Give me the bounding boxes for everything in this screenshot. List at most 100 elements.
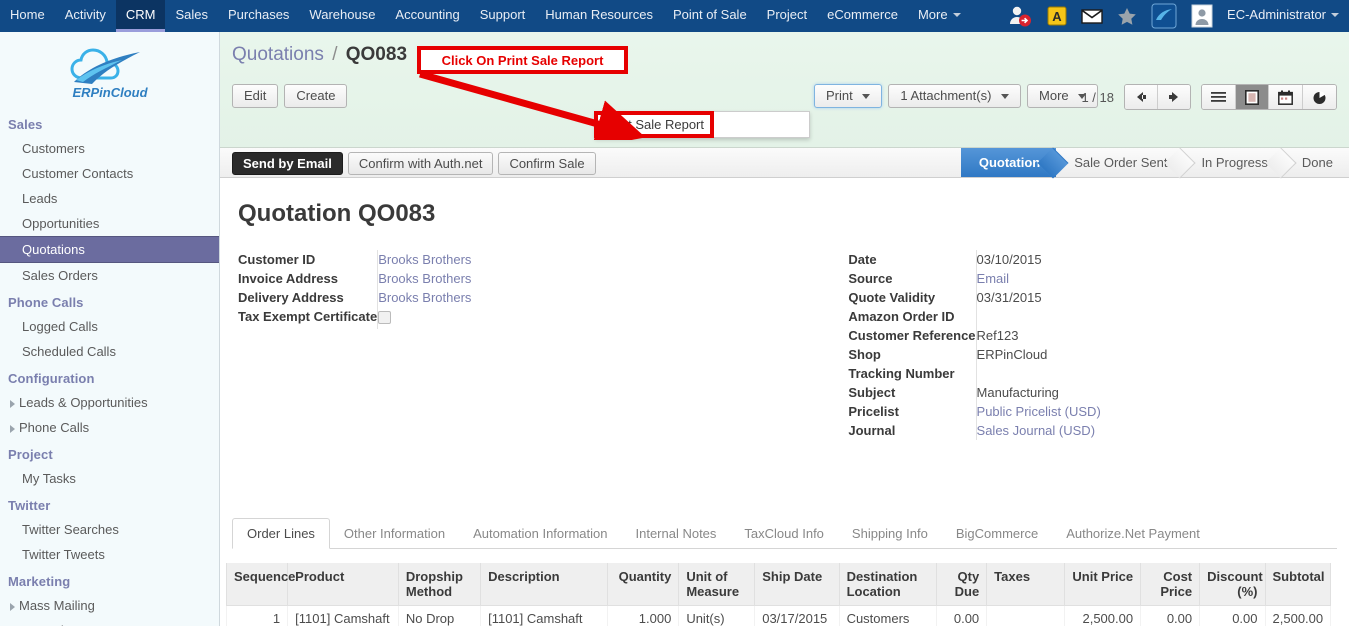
status-step-sale-order-sent[interactable]: Sale Order Sent	[1056, 148, 1184, 177]
prev-arrow-button[interactable]	[1125, 85, 1157, 109]
sidebar-item-label: Leads & Opportunities	[19, 395, 148, 410]
nav-item-human-resources[interactable]: Human Resources	[535, 0, 663, 32]
edit-button[interactable]: Edit	[232, 84, 279, 108]
status-step-in-progress[interactable]: In Progress	[1183, 148, 1284, 177]
column-header-ship-date: Ship Date	[754, 563, 840, 606]
sidebar: ERPinCloud Sales Customers Customer Contac…	[0, 32, 220, 626]
field-value[interactable]: Sales Journal (USD)	[976, 421, 1156, 440]
erpincloud-logo[interactable]: ERPinCloud	[0, 32, 219, 110]
sidebar-item-campaigns[interactable]: Campaigns	[0, 618, 219, 626]
field-value[interactable]: Brooks Brothers	[378, 250, 558, 269]
tab-automation-information[interactable]: Automation Information	[459, 519, 621, 548]
nav-item-point-of-sale[interactable]: Point of Sale	[663, 0, 757, 32]
pager: 1 / 18	[1081, 84, 1337, 110]
sidebar-item-my-tasks[interactable]: My Tasks	[0, 466, 219, 491]
breadcrumb-parent[interactable]: Quotations	[232, 44, 324, 65]
sidebar-item-leads-opportunities[interactable]: Leads & Opportunities	[0, 390, 219, 415]
tab-order-lines[interactable]: Order Lines	[232, 518, 330, 549]
user-menu[interactable]: EC-Administrator	[1227, 7, 1339, 25]
top-nav-menu-list: Home Activity CRM Sales Purchases Warehouse Ac…	[0, 0, 971, 32]
column-header-cost-price: Cost Price	[1140, 563, 1201, 606]
sidebar-group-phone-calls: Phone Calls	[8, 295, 84, 310]
user-logout-icon[interactable]	[1007, 5, 1033, 27]
nav-item-warehouse[interactable]: Warehouse	[299, 0, 385, 32]
nav-item-crm[interactable]: CRM	[115, 0, 166, 32]
cell-destination-location: Customers	[838, 605, 937, 626]
sidebar-item-customer-contacts[interactable]: Customer Contacts	[0, 161, 219, 186]
tab-shipping-info[interactable]: Shipping Info	[838, 519, 942, 548]
column-header-unit-price: Unit Price	[1064, 563, 1142, 606]
avatar[interactable]	[1191, 4, 1213, 28]
cell-discount-: 0.00	[1199, 605, 1266, 626]
menu-item-print-sale-report[interactable]: Print Sale Report	[596, 112, 809, 137]
sidebar-item-logged-calls[interactable]: Logged Calls	[0, 314, 219, 339]
confirm-with-authnet-button[interactable]: Confirm with Auth.net	[347, 152, 494, 175]
nav-item-purchases[interactable]: Purchases	[218, 0, 299, 32]
form-field-row: Date 03/10/2015	[848, 250, 1156, 269]
field-value[interactable]: Email	[976, 269, 1156, 288]
print-dropdown-button[interactable]: Print	[814, 84, 883, 108]
nav-item-ecommerce[interactable]: eCommerce	[817, 0, 908, 32]
sidebar-item-phone-calls[interactable]: Phone Calls	[0, 415, 219, 440]
sidebar-group-marketing: Marketing	[8, 574, 71, 589]
calendar-view-button[interactable]	[1268, 85, 1302, 109]
status-step-quotation[interactable]: Quotation	[960, 148, 1057, 177]
nav-item-more[interactable]: More	[908, 0, 971, 32]
erpincloud-icon[interactable]	[1151, 3, 1177, 29]
field-value[interactable]: Brooks Brothers	[378, 288, 558, 307]
page-title: Quotation QO083	[238, 200, 436, 227]
sidebar-item-mass-mailing[interactable]: Mass Mailing	[0, 593, 219, 618]
field-value[interactable]: Public Pricelist (USD)	[976, 402, 1156, 421]
field-value[interactable]: Brooks Brothers	[378, 269, 558, 288]
mail-icon[interactable]	[1081, 8, 1103, 24]
nav-item-home[interactable]: Home	[0, 0, 55, 32]
send-by-email-button[interactable]: Send by Email	[232, 152, 343, 175]
form-field-row: Source Email	[848, 269, 1156, 288]
cell-ship-date: 03/17/2015 21:30:00	[754, 605, 840, 626]
create-button[interactable]: Create	[284, 84, 348, 108]
next-arrow-button[interactable]	[1157, 85, 1190, 109]
sidebar-item-sales-orders[interactable]: Sales Orders	[0, 263, 219, 288]
column-header-qty-due: Qty Due	[935, 563, 988, 606]
form-right-column: Date 03/10/2015 Source Email Quote Validity 0…	[782, 250, 1326, 440]
nav-item-support[interactable]: Support	[470, 0, 536, 32]
tab-bigcommerce[interactable]: BigCommerce	[942, 519, 1052, 548]
sidebar-item-leads[interactable]: Leads	[0, 186, 219, 211]
table-row[interactable]: 1[1101] CamshaftNo Drop Shipping[1101] C…	[225, 605, 1332, 626]
nav-item-label: Support	[479, 7, 526, 22]
sidebar-item-twitter-tweets[interactable]: Twitter Tweets	[0, 542, 219, 567]
checkbox[interactable]	[378, 311, 392, 324]
form-field-row: Tax Exempt Certificate	[238, 307, 558, 329]
attachments-label: 1 Attachment(s)	[900, 88, 992, 103]
graph-view-button[interactable]	[1302, 85, 1336, 109]
tab-other-information[interactable]: Other Information	[330, 519, 459, 548]
field-label: Customer ID	[238, 250, 379, 269]
sidebar-item-customers[interactable]: Customers	[0, 136, 219, 161]
tab-internal-notes[interactable]: Internal Notes	[621, 519, 730, 548]
field-value[interactable]	[378, 307, 558, 329]
status-step-label: Done	[1301, 155, 1333, 170]
sidebar-item-quotations[interactable]: Quotations	[0, 236, 219, 263]
sidebar-item-opportunities[interactable]: Opportunities	[0, 211, 219, 236]
star-icon[interactable]	[1117, 7, 1137, 26]
sidebar-item-label: My Tasks	[22, 471, 76, 486]
nav-item-accounting[interactable]: Accounting	[385, 0, 469, 32]
sidebar-item-twitter-searches[interactable]: Twitter Searches	[0, 517, 219, 542]
attachments-dropdown-button[interactable]: 1 Attachment(s)	[888, 84, 1022, 108]
sidebar-item-label: Twitter Searches	[22, 522, 119, 537]
top-nav-right-tools: A EC-Administrator	[1007, 0, 1349, 32]
list-view-button[interactable]	[1202, 85, 1235, 109]
tab-authorize-net-payment[interactable]: Authorize.Net Payment	[1052, 519, 1214, 548]
warning-icon[interactable]: A	[1047, 6, 1067, 26]
sidebar-item-label: Logged Calls	[22, 319, 98, 334]
sidebar-item-scheduled-calls[interactable]: Scheduled Calls	[0, 339, 219, 364]
nav-item-activity[interactable]: Activity	[55, 0, 116, 32]
more-label: More	[1039, 88, 1069, 103]
form-view-button[interactable]	[1235, 85, 1268, 109]
cell-unit-price: 2,500.00	[1064, 605, 1142, 626]
confirm-sale-button[interactable]: Confirm Sale	[498, 152, 596, 175]
field-value: ERPinCloud	[976, 347, 1048, 362]
tab-taxcloud-info[interactable]: TaxCloud Info	[730, 519, 838, 548]
nav-item-project[interactable]: Project	[757, 0, 817, 32]
nav-item-sales[interactable]: Sales	[165, 0, 218, 32]
